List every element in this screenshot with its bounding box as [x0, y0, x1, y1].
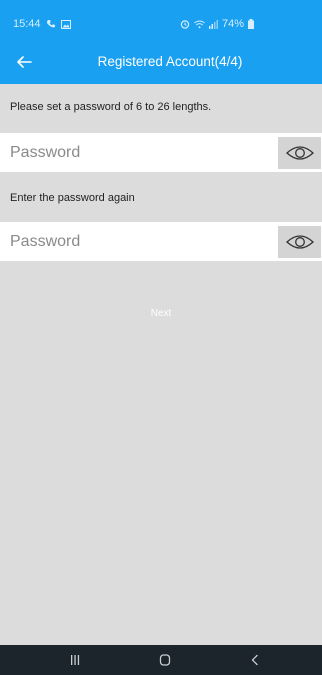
page-title: Registered Account(4/4): [97, 54, 243, 69]
home-icon: [159, 654, 171, 666]
battery-icon: [248, 19, 255, 29]
recent-apps-icon: [71, 655, 80, 665]
confirm-password-input[interactable]: [10, 222, 270, 261]
eye-icon: [285, 235, 314, 249]
battery-level: 74%: [222, 18, 245, 30]
wifi-icon: [194, 20, 205, 29]
phone-call-icon: [46, 19, 56, 29]
signal-icon: [209, 19, 218, 29]
app-bar: Registered Account(4/4): [0, 40, 322, 84]
status-time: 15:44: [13, 18, 41, 30]
alarm-icon: [180, 19, 190, 29]
toggle-password-visibility-button[interactable]: [278, 137, 321, 169]
confirm-password-hint: Enter the password again: [10, 192, 135, 204]
password-row: [0, 133, 322, 172]
status-left: 15:44: [13, 18, 71, 30]
home-button[interactable]: [158, 653, 172, 667]
status-bar: 15:44 74%: [0, 0, 322, 40]
recent-apps-button[interactable]: [68, 653, 82, 667]
toggle-confirm-visibility-button[interactable]: [278, 226, 321, 258]
next-button[interactable]: Next: [0, 302, 322, 326]
system-nav-bar: [0, 645, 322, 675]
eye-icon: [285, 146, 314, 160]
chevron-left-icon: [251, 654, 258, 666]
system-back-button[interactable]: [248, 653, 262, 667]
status-right: 74%: [180, 18, 255, 30]
password-hint: Please set a password of 6 to 26 lengths…: [10, 101, 212, 113]
screen: 15:44 74% Registered Account(4/4) Please…: [0, 0, 322, 675]
password-input[interactable]: [10, 133, 270, 172]
image-notification-icon: [60, 19, 71, 29]
confirm-password-row: [0, 222, 322, 261]
